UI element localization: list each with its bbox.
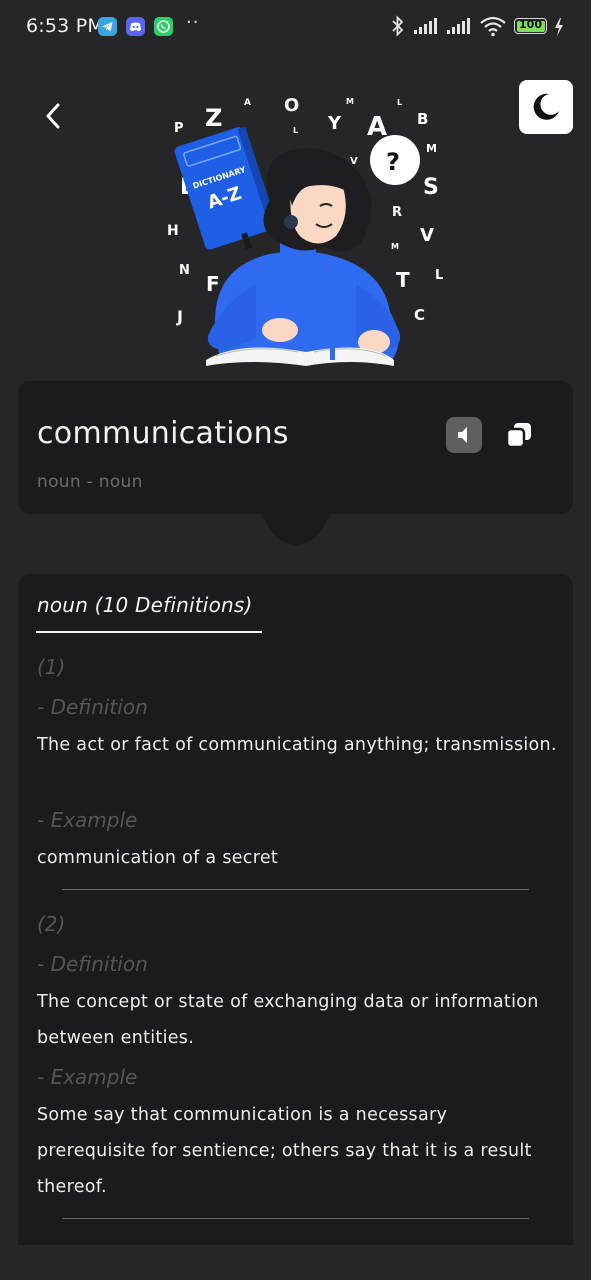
discord-icon (126, 17, 145, 36)
svg-text:P: P (174, 121, 184, 136)
definition-number: (2) (37, 912, 66, 936)
svg-text:L: L (435, 268, 443, 283)
chevron-left-icon (46, 103, 60, 129)
wifi-icon (480, 16, 506, 37)
pronounce-button[interactable] (446, 417, 482, 453)
example-label: - Example (37, 1065, 138, 1089)
theme-toggle-button[interactable] (519, 80, 573, 134)
definition-label: - Definition (37, 952, 148, 976)
svg-text:H: H (167, 223, 179, 239)
copy-button[interactable] (503, 419, 535, 451)
svg-text:F: F (206, 272, 220, 296)
copy-icon (505, 423, 531, 449)
definition-divider (62, 1218, 529, 1219)
charging-icon (555, 18, 563, 36)
svg-text:B: B (417, 110, 428, 128)
status-time: 6:53 PM (26, 15, 104, 37)
dictionary-illustration: Z P A O M L Y A B L M S R V M H N F J T … (160, 88, 450, 370)
example-text: Some say that communication is a necessa… (37, 1105, 532, 1197)
svg-text:S: S (423, 175, 439, 200)
signal-icon-2 (447, 18, 470, 34)
svg-text:T: T (396, 268, 410, 292)
word-title: communications (37, 416, 289, 451)
word-card-pointer (262, 513, 330, 545)
battery-level: 100 (519, 18, 542, 31)
back-button[interactable] (36, 96, 72, 136)
battery-icon: 100 (514, 18, 547, 34)
whatsapp-icon (154, 17, 173, 36)
example-label: - Example (37, 808, 138, 832)
svg-text:O: O (284, 95, 299, 116)
definition-divider (62, 889, 529, 890)
bluetooth-icon (392, 15, 404, 37)
example-text: communication of a secret (37, 848, 279, 868)
svg-text:C: C (414, 306, 425, 324)
question-mark: ? (386, 148, 400, 176)
svg-text:Z: Z (205, 104, 222, 132)
bottom-background (0, 1245, 591, 1280)
part-of-speech: noun - noun (37, 472, 143, 492)
signal-icon-1 (414, 18, 437, 34)
status-bar: 6:53 PM ·· 100 (0, 0, 591, 54)
speaker-icon (458, 427, 467, 443)
heading-underline (36, 631, 262, 633)
definition-text: The concept or state of exchanging data … (37, 992, 539, 1048)
svg-text:R: R (392, 205, 402, 220)
overflow-dots: ·· (186, 12, 200, 33)
telegram-icon (98, 17, 117, 36)
svg-text:N: N (179, 263, 190, 278)
svg-text:M: M (391, 242, 399, 251)
definition-number: (1) (37, 655, 66, 679)
svg-text:L: L (293, 126, 298, 135)
svg-text:A: A (244, 98, 251, 108)
definition-label: - Definition (37, 695, 148, 719)
svg-text:M: M (346, 97, 354, 106)
svg-text:M: M (426, 142, 437, 155)
svg-text:J: J (176, 307, 183, 326)
moon-icon (533, 93, 559, 120)
definition-text: The act or fact of communicating anythin… (37, 735, 557, 755)
svg-text:L: L (397, 98, 402, 107)
svg-text:V: V (420, 225, 434, 246)
definitions-heading: noun (10 Definitions) (37, 593, 253, 617)
svg-text:Y: Y (327, 113, 342, 134)
